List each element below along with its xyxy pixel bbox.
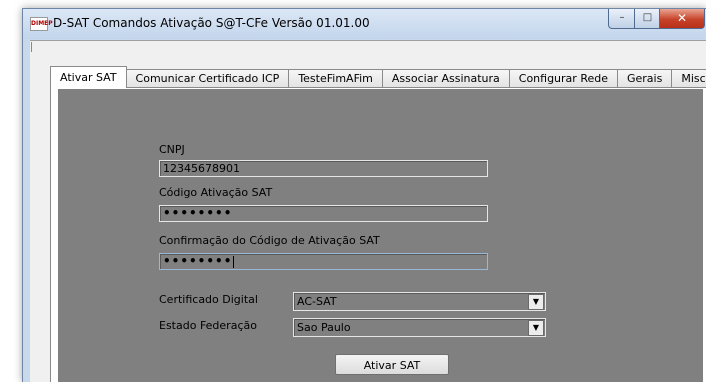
minimize-button[interactable]: – (608, 9, 636, 29)
close-icon: ✕ (676, 11, 688, 25)
confirmacao-codigo-value: •••••••• (163, 254, 233, 268)
certificado-digital-select[interactable]: AC-SAT ▼ (293, 292, 546, 311)
chevron-down-icon[interactable]: ▼ (528, 294, 544, 310)
certificado-digital-value: AC-SAT (297, 295, 337, 308)
tab-comunicar-certificado-icp[interactable]: Comunicar Certificado ICP (125, 69, 290, 88)
tab-ativar-sat[interactable]: Ativar SAT (50, 66, 127, 88)
codigo-ativacao-input[interactable]: •••••••• (159, 205, 488, 222)
tab-strip: Ativar SAT Comunicar Certificado ICP Tes… (50, 66, 706, 88)
maximize-icon: □ (642, 12, 653, 23)
menu-strip (30, 40, 706, 55)
tab-miscelanea[interactable]: Miscelânea (671, 69, 706, 88)
estado-federacao-value: Sao Paulo (297, 321, 351, 334)
form-area: CNPJ 12345678901 Código Ativação SAT •••… (58, 89, 703, 382)
tab-configurar-rede[interactable]: Configurar Rede (508, 69, 618, 88)
cnpj-label: CNPJ (159, 143, 185, 156)
ativar-sat-button[interactable]: Ativar SAT (335, 354, 449, 375)
estado-federacao-select[interactable]: Sao Paulo ▼ (293, 318, 546, 337)
tab-panel-ativar-sat: CNPJ 12345678901 Código Ativação SAT •••… (50, 87, 706, 382)
app-logo-icon: DIMEP (30, 17, 53, 31)
cnpj-input[interactable]: 12345678901 (159, 160, 488, 177)
tab-gerais[interactable]: Gerais (616, 69, 673, 88)
minimize-icon: – (619, 12, 625, 23)
text-caret (233, 255, 235, 268)
close-button[interactable]: ✕ (659, 9, 705, 29)
confirmacao-codigo-label: Confirmação do Código de Ativação SAT (159, 234, 380, 247)
certificado-digital-label: Certificado Digital (159, 293, 258, 306)
tab-associar-assinatura[interactable]: Associar Assinatura (381, 69, 510, 88)
menu-grip-icon[interactable] (31, 42, 38, 52)
title-bar[interactable]: DIMEP D-SAT Comandos Ativação S@T-CFe Ve… (23, 9, 706, 39)
chevron-down-icon[interactable]: ▼ (528, 320, 544, 336)
client-area: Ativar SAT Comunicar Certificado ICP Tes… (30, 54, 706, 382)
confirmacao-codigo-input[interactable]: •••••••• (159, 253, 488, 270)
tab-teste-fim-a-fim[interactable]: TesteFimAFim (288, 69, 383, 88)
window-title: D-SAT Comandos Ativação S@T-CFe Versão 0… (53, 16, 370, 30)
estado-federacao-label: Estado Federação (159, 319, 257, 332)
maximize-button[interactable]: □ (634, 9, 661, 29)
codigo-ativacao-label: Código Ativação SAT (159, 186, 273, 199)
app-window: DIMEP D-SAT Comandos Ativação S@T-CFe Ve… (22, 8, 706, 382)
